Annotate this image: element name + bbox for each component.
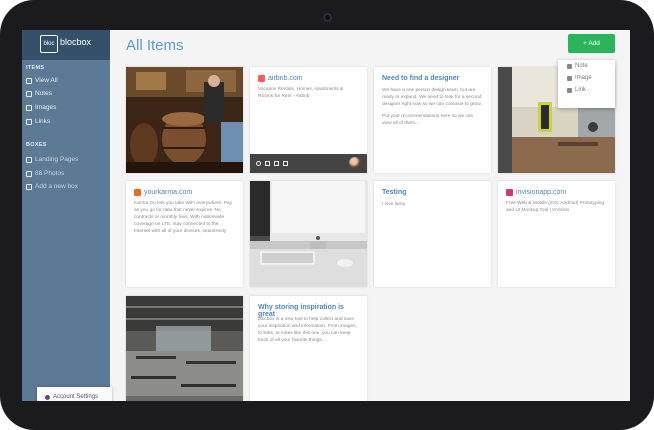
edit-icon[interactable]	[265, 161, 270, 166]
menu-item-label: Image	[575, 75, 592, 81]
card-image-workspace[interactable]	[126, 296, 243, 401]
camera-dot	[323, 13, 332, 22]
card-action-bar	[250, 154, 367, 173]
card-title: Testing	[382, 189, 407, 196]
add-new-box-button[interactable]: Add a new box	[26, 183, 78, 190]
account-settings-label: Account Settings	[53, 394, 99, 400]
sidebar-box-88-photos[interactable]: 88 Photos	[26, 170, 64, 177]
box-icon	[26, 170, 32, 177]
image-icon	[567, 75, 572, 81]
plus-icon	[26, 183, 32, 190]
account-settings-button[interactable]: Account Settings	[37, 387, 112, 401]
sidebar-item-label: Links	[35, 118, 51, 125]
sidebar-item-label: Notes	[35, 90, 52, 97]
karma-icon	[134, 189, 141, 196]
card-description: Vacation Rentals, Homes, Apartments & Ro…	[258, 87, 344, 99]
card-site[interactable]: yourkarma.com	[134, 189, 192, 196]
sidebar-box-label: 88 Photos	[35, 170, 65, 177]
trash-icon[interactable]	[274, 161, 279, 166]
add-menu-item-image[interactable]: Image	[558, 72, 615, 84]
sidebar: bloc blocbox ITEMS View All Notes Images…	[22, 30, 110, 401]
card-text: We have a one person design team, but ar…	[382, 88, 483, 128]
imac-photo	[250, 181, 367, 287]
card-description: Karma Go lets you take WiFi everywhere. …	[134, 201, 233, 234]
card-text-paragraph: Put your recommendations here so we can …	[382, 113, 474, 126]
card-title: Need to find a designer	[382, 75, 460, 82]
card-title: Why storing inspiration is great	[258, 304, 344, 318]
logo-area[interactable]: bloc blocbox	[22, 30, 110, 60]
card-link-airbnb[interactable]: airbnb.com Vacation Rentals, Homes, Apar…	[250, 67, 367, 173]
app-screen: bloc blocbox ITEMS View All Notes Images…	[22, 30, 630, 401]
sidebar-item-links[interactable]: Links	[26, 118, 50, 125]
card-note-why[interactable]: Why storing inspiration is great blocbox…	[250, 296, 367, 401]
card-text-paragraph: We have a one person design team, but ar…	[382, 88, 482, 107]
card-link-invision[interactable]: invisionapp.com Free Web & Mobile (iOS, …	[498, 181, 615, 287]
add-box-label: Add a new box	[35, 183, 79, 190]
add-dropdown-menu: Note Image Link	[558, 60, 615, 108]
logo-text: blocbox	[60, 37, 92, 47]
heart-icon[interactable]	[256, 161, 261, 166]
sidebar-item-label: Images	[35, 104, 57, 111]
sidebar-item-notes[interactable]: Notes	[26, 90, 52, 97]
card-site[interactable]: invisionapp.com	[506, 189, 566, 196]
pencil-icon	[26, 90, 32, 97]
add-menu-item-note[interactable]: Note	[558, 60, 615, 72]
grid-icon	[26, 77, 32, 84]
card-note-testing[interactable]: Testing I love lamp.	[374, 181, 491, 287]
add-menu-item-link[interactable]: Link	[558, 84, 615, 96]
page-title: All Items	[126, 37, 184, 54]
airbnb-icon	[258, 75, 265, 82]
card-image-bar[interactable]	[126, 67, 243, 173]
sidebar-item-images[interactable]: Images	[26, 104, 56, 111]
items-section-title: ITEMS	[26, 65, 45, 71]
card-text: blocbox is a new tool to help collect an…	[258, 317, 357, 343]
add-button[interactable]: + Add	[568, 34, 615, 53]
link-icon	[26, 118, 32, 125]
card-note-designer[interactable]: Need to find a designer We have a one pe…	[374, 67, 491, 173]
bar-photo	[126, 67, 243, 173]
card-description: Free Web & Mobile (iOS, Android) Prototy…	[506, 201, 605, 213]
laptop-frame: bloc blocbox ITEMS View All Notes Images…	[0, 0, 654, 430]
card-image-imac[interactable]	[250, 181, 367, 287]
sidebar-box-landing-pages[interactable]: Landing Pages	[26, 156, 78, 163]
card-link-yourkarma[interactable]: yourkarma.com Karma Go lets you take WiF…	[126, 181, 243, 287]
image-icon	[26, 104, 32, 111]
pencil-icon	[567, 63, 572, 69]
card-site-label: invisionapp.com	[516, 189, 567, 196]
gear-icon	[45, 394, 50, 400]
menu-item-label: Link	[575, 87, 587, 93]
share-icon[interactable]	[283, 161, 288, 166]
sidebar-item-view-all[interactable]: View All	[26, 77, 58, 84]
link-icon	[567, 87, 572, 93]
boxes-section-title: BOXES	[26, 142, 47, 148]
invision-icon	[506, 189, 513, 196]
logo-icon: bloc	[40, 35, 58, 53]
avatar	[349, 157, 361, 169]
sidebar-item-label: View All	[35, 77, 58, 84]
card-text: I love lamp.	[382, 202, 407, 207]
sidebar-box-label: Landing Pages	[35, 156, 79, 163]
card-site-label: airbnb.com	[268, 75, 303, 82]
workspace-photo	[126, 296, 243, 401]
card-site[interactable]: airbnb.com	[258, 75, 303, 82]
box-icon	[26, 156, 32, 163]
menu-item-label: Note	[575, 63, 588, 69]
card-site-label: yourkarma.com	[144, 189, 193, 196]
